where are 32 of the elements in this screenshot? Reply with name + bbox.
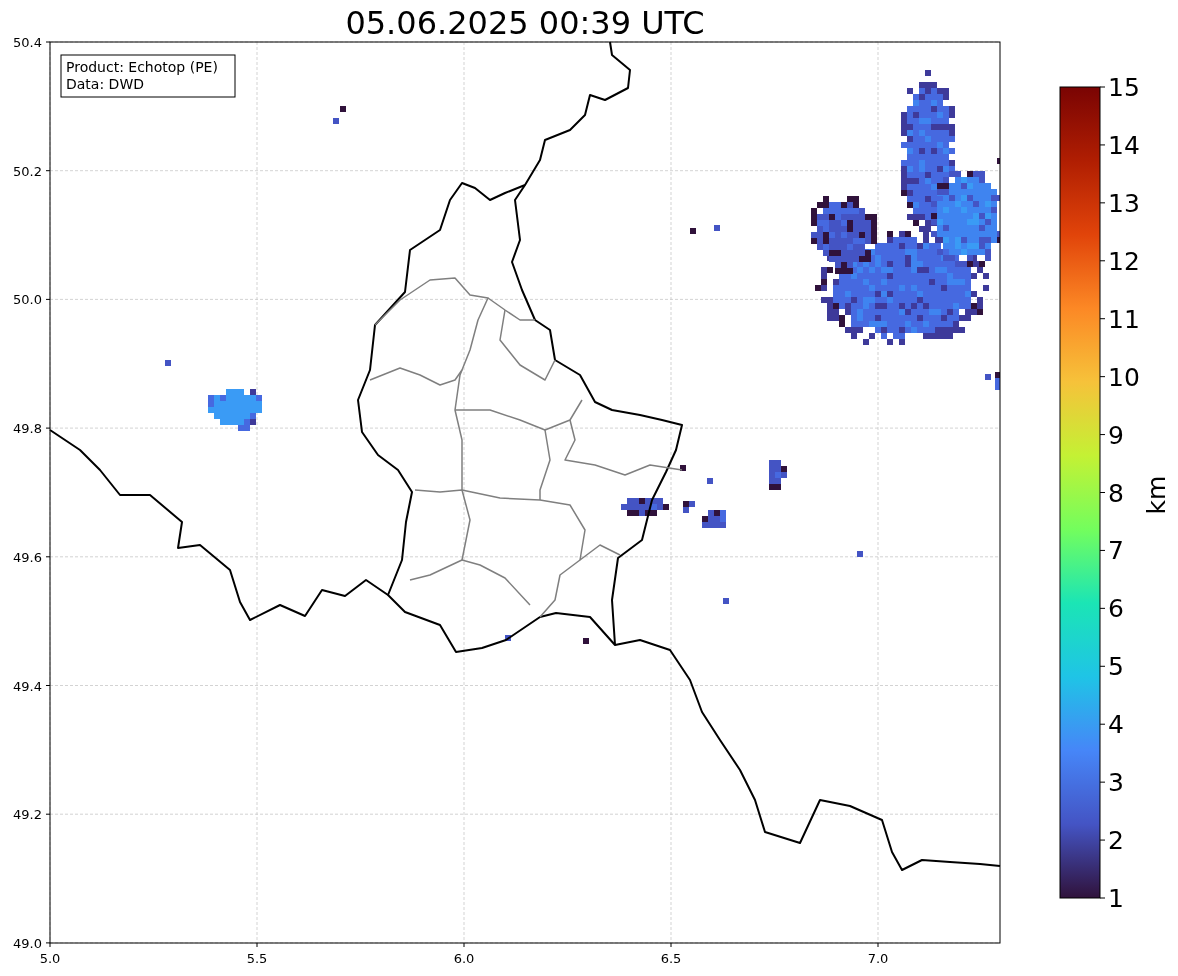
info-text: Data: DWD xyxy=(66,76,144,92)
x-tick-label: 6.0 xyxy=(453,951,475,966)
x-tick-label: 5.0 xyxy=(39,951,61,966)
colorbar-tick-label: 5 xyxy=(1108,652,1124,682)
x-tick-label: 7.0 xyxy=(867,951,889,966)
colorbar-tick-label: 6 xyxy=(1108,594,1124,624)
colorbar-tick-label: 4 xyxy=(1108,710,1124,740)
y-tick-label: 49.8 xyxy=(13,421,42,437)
x-tick-label: 6.5 xyxy=(660,951,682,966)
colorbar-tick-label: 3 xyxy=(1108,768,1124,798)
colorbar-label: km xyxy=(1142,475,1171,515)
y-tick-label: 50.0 xyxy=(13,292,42,308)
y-tick-label: 49.2 xyxy=(13,807,42,823)
colorbar-tick-label: 13 xyxy=(1108,188,1140,218)
y-tick-label: 50.2 xyxy=(13,163,42,179)
y-tick-label: 50.4 xyxy=(13,35,42,50)
colorbar-tick-label: 14 xyxy=(1108,130,1140,160)
colorbar-tick-label: 2 xyxy=(1108,826,1124,856)
y-tick-label: 49.0 xyxy=(13,935,42,951)
chart-title: 05.06.2025 00:39 UTC xyxy=(345,4,705,42)
colorbar-tick-label: 1 xyxy=(1108,884,1124,913)
colorbar-tick-label: 7 xyxy=(1108,536,1124,566)
info-text: Product: Echotop (PE) xyxy=(66,59,218,75)
y-tick-label: 49.4 xyxy=(13,678,42,694)
colorbar-tick-label: 11 xyxy=(1108,304,1140,334)
colorbar-tick-label: 8 xyxy=(1108,478,1124,508)
colorbar-tick-label: 9 xyxy=(1108,420,1124,450)
x-tick-label: 5.5 xyxy=(246,951,268,966)
y-tick-label: 49.6 xyxy=(13,549,42,565)
colorbar-tick-label: 12 xyxy=(1108,246,1140,276)
colorbar-tick-label: 10 xyxy=(1108,362,1140,392)
colorbar-tick-label: 15 xyxy=(1108,73,1140,102)
